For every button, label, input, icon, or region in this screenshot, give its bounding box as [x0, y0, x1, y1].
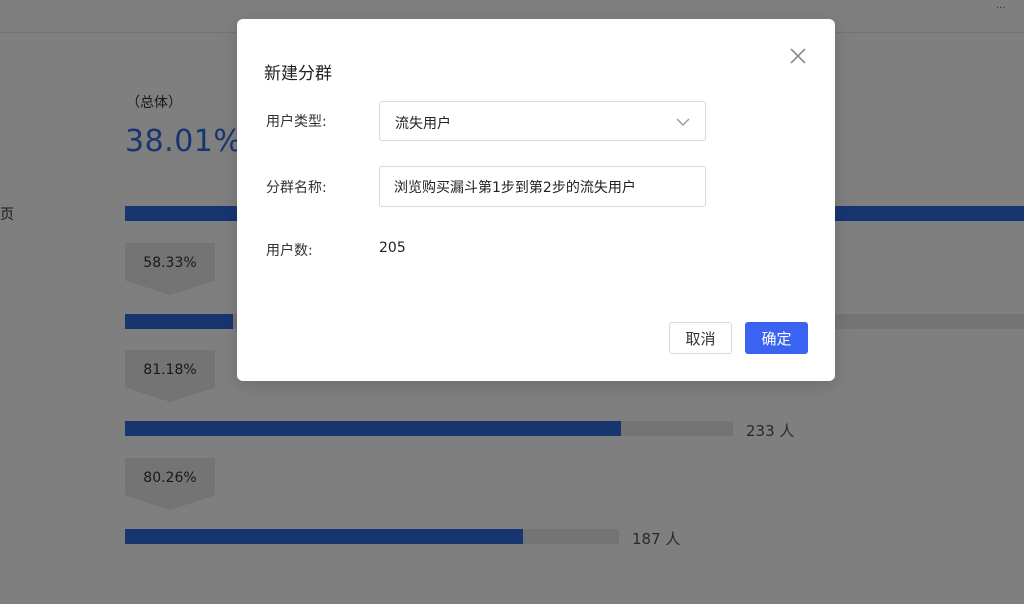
- dialog-title: 新建分群: [264, 64, 332, 84]
- user-count-value: 205: [379, 240, 406, 256]
- user-type-select[interactable]: 流失用户: [379, 101, 706, 141]
- group-name-input[interactable]: [379, 166, 706, 207]
- group-name-label: 分群名称:: [266, 180, 327, 196]
- user-count-label: 用户数:: [266, 243, 313, 259]
- cancel-button[interactable]: 取消: [669, 322, 732, 354]
- close-icon[interactable]: [787, 45, 809, 67]
- create-segment-dialog: 新建分群 用户类型: 流失用户 分群名称: 用户数: 205 取消 确定: [237, 19, 835, 381]
- chevron-down-icon: [675, 114, 691, 130]
- user-type-label: 用户类型:: [266, 114, 327, 130]
- user-type-value: 流失用户: [395, 116, 451, 132]
- confirm-button[interactable]: 确定: [745, 322, 808, 354]
